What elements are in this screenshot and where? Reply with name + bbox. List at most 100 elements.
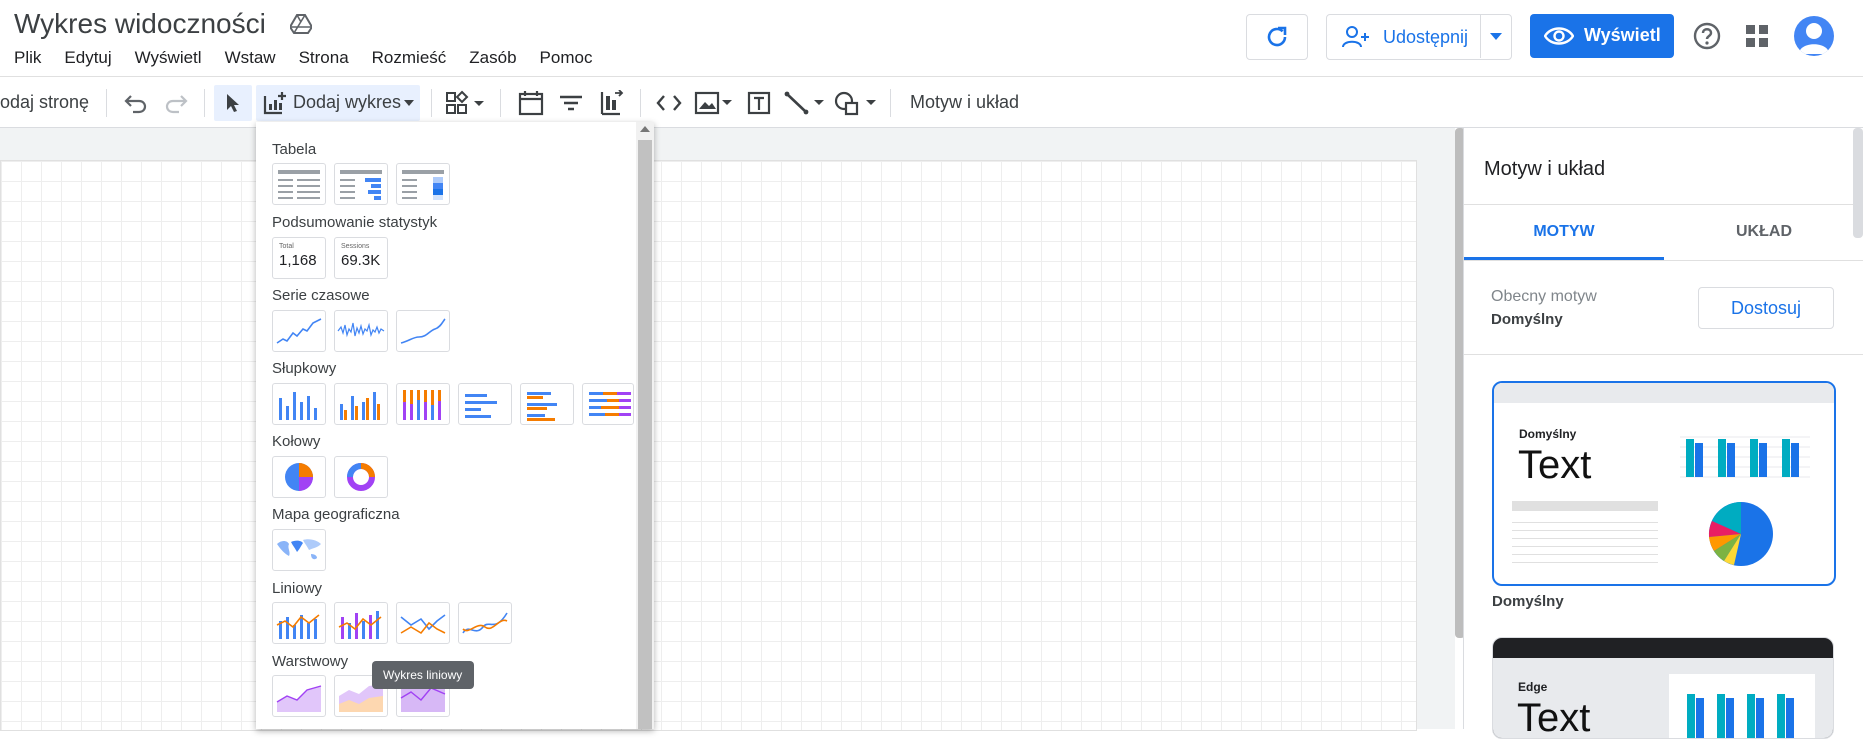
refresh-data-button[interactable] [1246,14,1308,60]
view-label: Wyświetl [1584,25,1661,45]
chart-option-table-bars[interactable] [334,163,388,205]
add-page-button[interactable]: odaj stronę [0,92,89,113]
sparkline-icon [337,322,385,338]
chart-option-grouped-bar[interactable] [520,383,574,425]
scorecard-value: 1,168 [279,252,317,269]
eye-icon [1544,27,1574,45]
chart-option-table-heatmap[interactable] [396,163,450,205]
toolbar-divider [500,89,501,117]
code-embed-icon[interactable] [656,90,682,116]
text-box-icon[interactable] [746,90,772,116]
menu-insert[interactable]: Wstaw [225,48,276,68]
table-heatmap-icon [402,170,444,200]
toolbar-divider [106,89,107,117]
menu-file[interactable]: Plik [14,48,41,68]
section-pie: Kołowy [272,433,321,450]
line-chart-icon [400,614,446,635]
report-canvas[interactable] [0,160,1417,731]
help-icon[interactable] [1693,22,1721,50]
add-chart-icon [263,92,286,115]
smooth-line-chart-icon [462,612,508,634]
view-button[interactable]: Wyświetl [1530,14,1674,58]
chart-option-smooth-timeseries[interactable] [396,310,450,352]
donut-chart-icon [347,463,375,491]
customize-button[interactable]: Dostosuj [1698,287,1834,329]
menu-view[interactable]: Wyświetl [135,48,202,68]
theme-layout-button[interactable]: Motyw i układ [910,92,1019,113]
section-table: Tabela [272,141,317,158]
column-chart-icon [279,392,317,420]
stacked-bar-icon [589,392,631,416]
chart-option-scorecard-compact[interactable]: Sessions 69.3K [334,237,388,279]
tab-theme-label: MOTYW [1533,223,1595,240]
panel-divider [1464,354,1863,355]
data-control-icon[interactable] [598,90,624,116]
scroll-up-arrow-icon[interactable] [640,126,650,132]
menu-page[interactable]: Strona [299,48,349,68]
section-line: Liniowy [272,580,323,597]
menu-arrange[interactable]: Rozmieść [372,48,447,68]
tab-layout[interactable]: UKŁAD [1664,218,1863,260]
toolbar-divider [890,89,891,117]
chart-option-geo-map[interactable] [272,529,326,571]
add-control-icon[interactable] [446,90,486,116]
chart-option-table[interactable] [272,163,326,205]
chart-option-line[interactable] [396,602,450,644]
chart-option-pie[interactable] [272,456,326,498]
image-icon[interactable] [694,90,734,116]
stacked-combo-icon [338,611,382,639]
current-theme-value: Domyślny [1491,311,1563,328]
move-to-drive-icon[interactable] [290,14,312,34]
sample-pie-chart-icon [1708,502,1773,566]
select-tool-button[interactable] [214,85,252,121]
grouped-bar-icon [527,392,557,421]
filter-icon[interactable] [558,90,584,116]
user-avatar[interactable] [1794,16,1834,56]
chart-option-grouped-column[interactable] [334,383,388,425]
section-bar: Słupkowy [272,360,337,377]
apps-grid-icon[interactable] [1745,24,1769,48]
menu-edit[interactable]: Edytuj [64,48,111,68]
stacked-column-icon [403,390,441,420]
chart-option-timeseries[interactable] [272,310,326,352]
section-scorecard: Podsumowanie statystyk [272,214,438,231]
chart-option-stacked-column[interactable] [396,383,450,425]
theme-card-edge[interactable]: Edge Text [1492,637,1834,739]
menu-resource[interactable]: Zasób [469,48,516,68]
redo-icon[interactable] [163,90,189,116]
date-range-icon[interactable] [518,90,544,116]
add-chart-button[interactable]: Dodaj wykres [256,85,420,121]
menu-bar: Plik Edytuj Wyświetl Wstaw Strona Rozmie… [14,48,615,68]
document-title[interactable]: Wykres widoczności [14,8,266,40]
grouped-column-icon [340,392,380,420]
section-area: Warstwowy [272,653,349,670]
chart-option-stacked-combo[interactable] [334,602,388,644]
tab-theme[interactable]: MOTYW [1464,218,1664,260]
tooltip-text: Wykres liniowy [383,668,463,682]
chart-option-scorecard-total[interactable]: Total 1,168 [272,237,326,279]
chart-option-column[interactable] [272,383,326,425]
panel-divider [1464,260,1863,261]
line-tool-icon[interactable] [784,90,826,116]
chart-option-stacked-bar[interactable] [582,383,634,425]
sample-table-header [1512,501,1658,511]
toolbar-divider [204,89,205,117]
chart-option-area[interactable] [272,675,326,717]
chart-option-donut[interactable] [334,456,388,498]
menu-scrollbar-thumb[interactable] [638,140,652,729]
share-dropdown-button[interactable] [1480,14,1511,58]
undo-icon[interactable] [123,90,149,116]
shape-tool-icon[interactable] [834,90,878,116]
caret-down-icon [1490,33,1502,40]
chart-option-combo[interactable] [272,602,326,644]
share-label: Udostępnij [1383,26,1469,47]
toolbar-divider [640,89,641,117]
theme-card-default[interactable]: Domyślny Text [1492,381,1836,586]
sample-bar-chart-icon [1687,694,1794,738]
current-theme-label: Obecny motyw [1491,288,1597,305]
panel-scrollbar[interactable] [1853,128,1863,238]
chart-option-bar[interactable] [458,383,512,425]
chart-option-sparkline[interactable] [334,310,388,352]
chart-option-smooth-line[interactable] [458,602,512,644]
menu-help[interactable]: Pomoc [540,48,593,68]
